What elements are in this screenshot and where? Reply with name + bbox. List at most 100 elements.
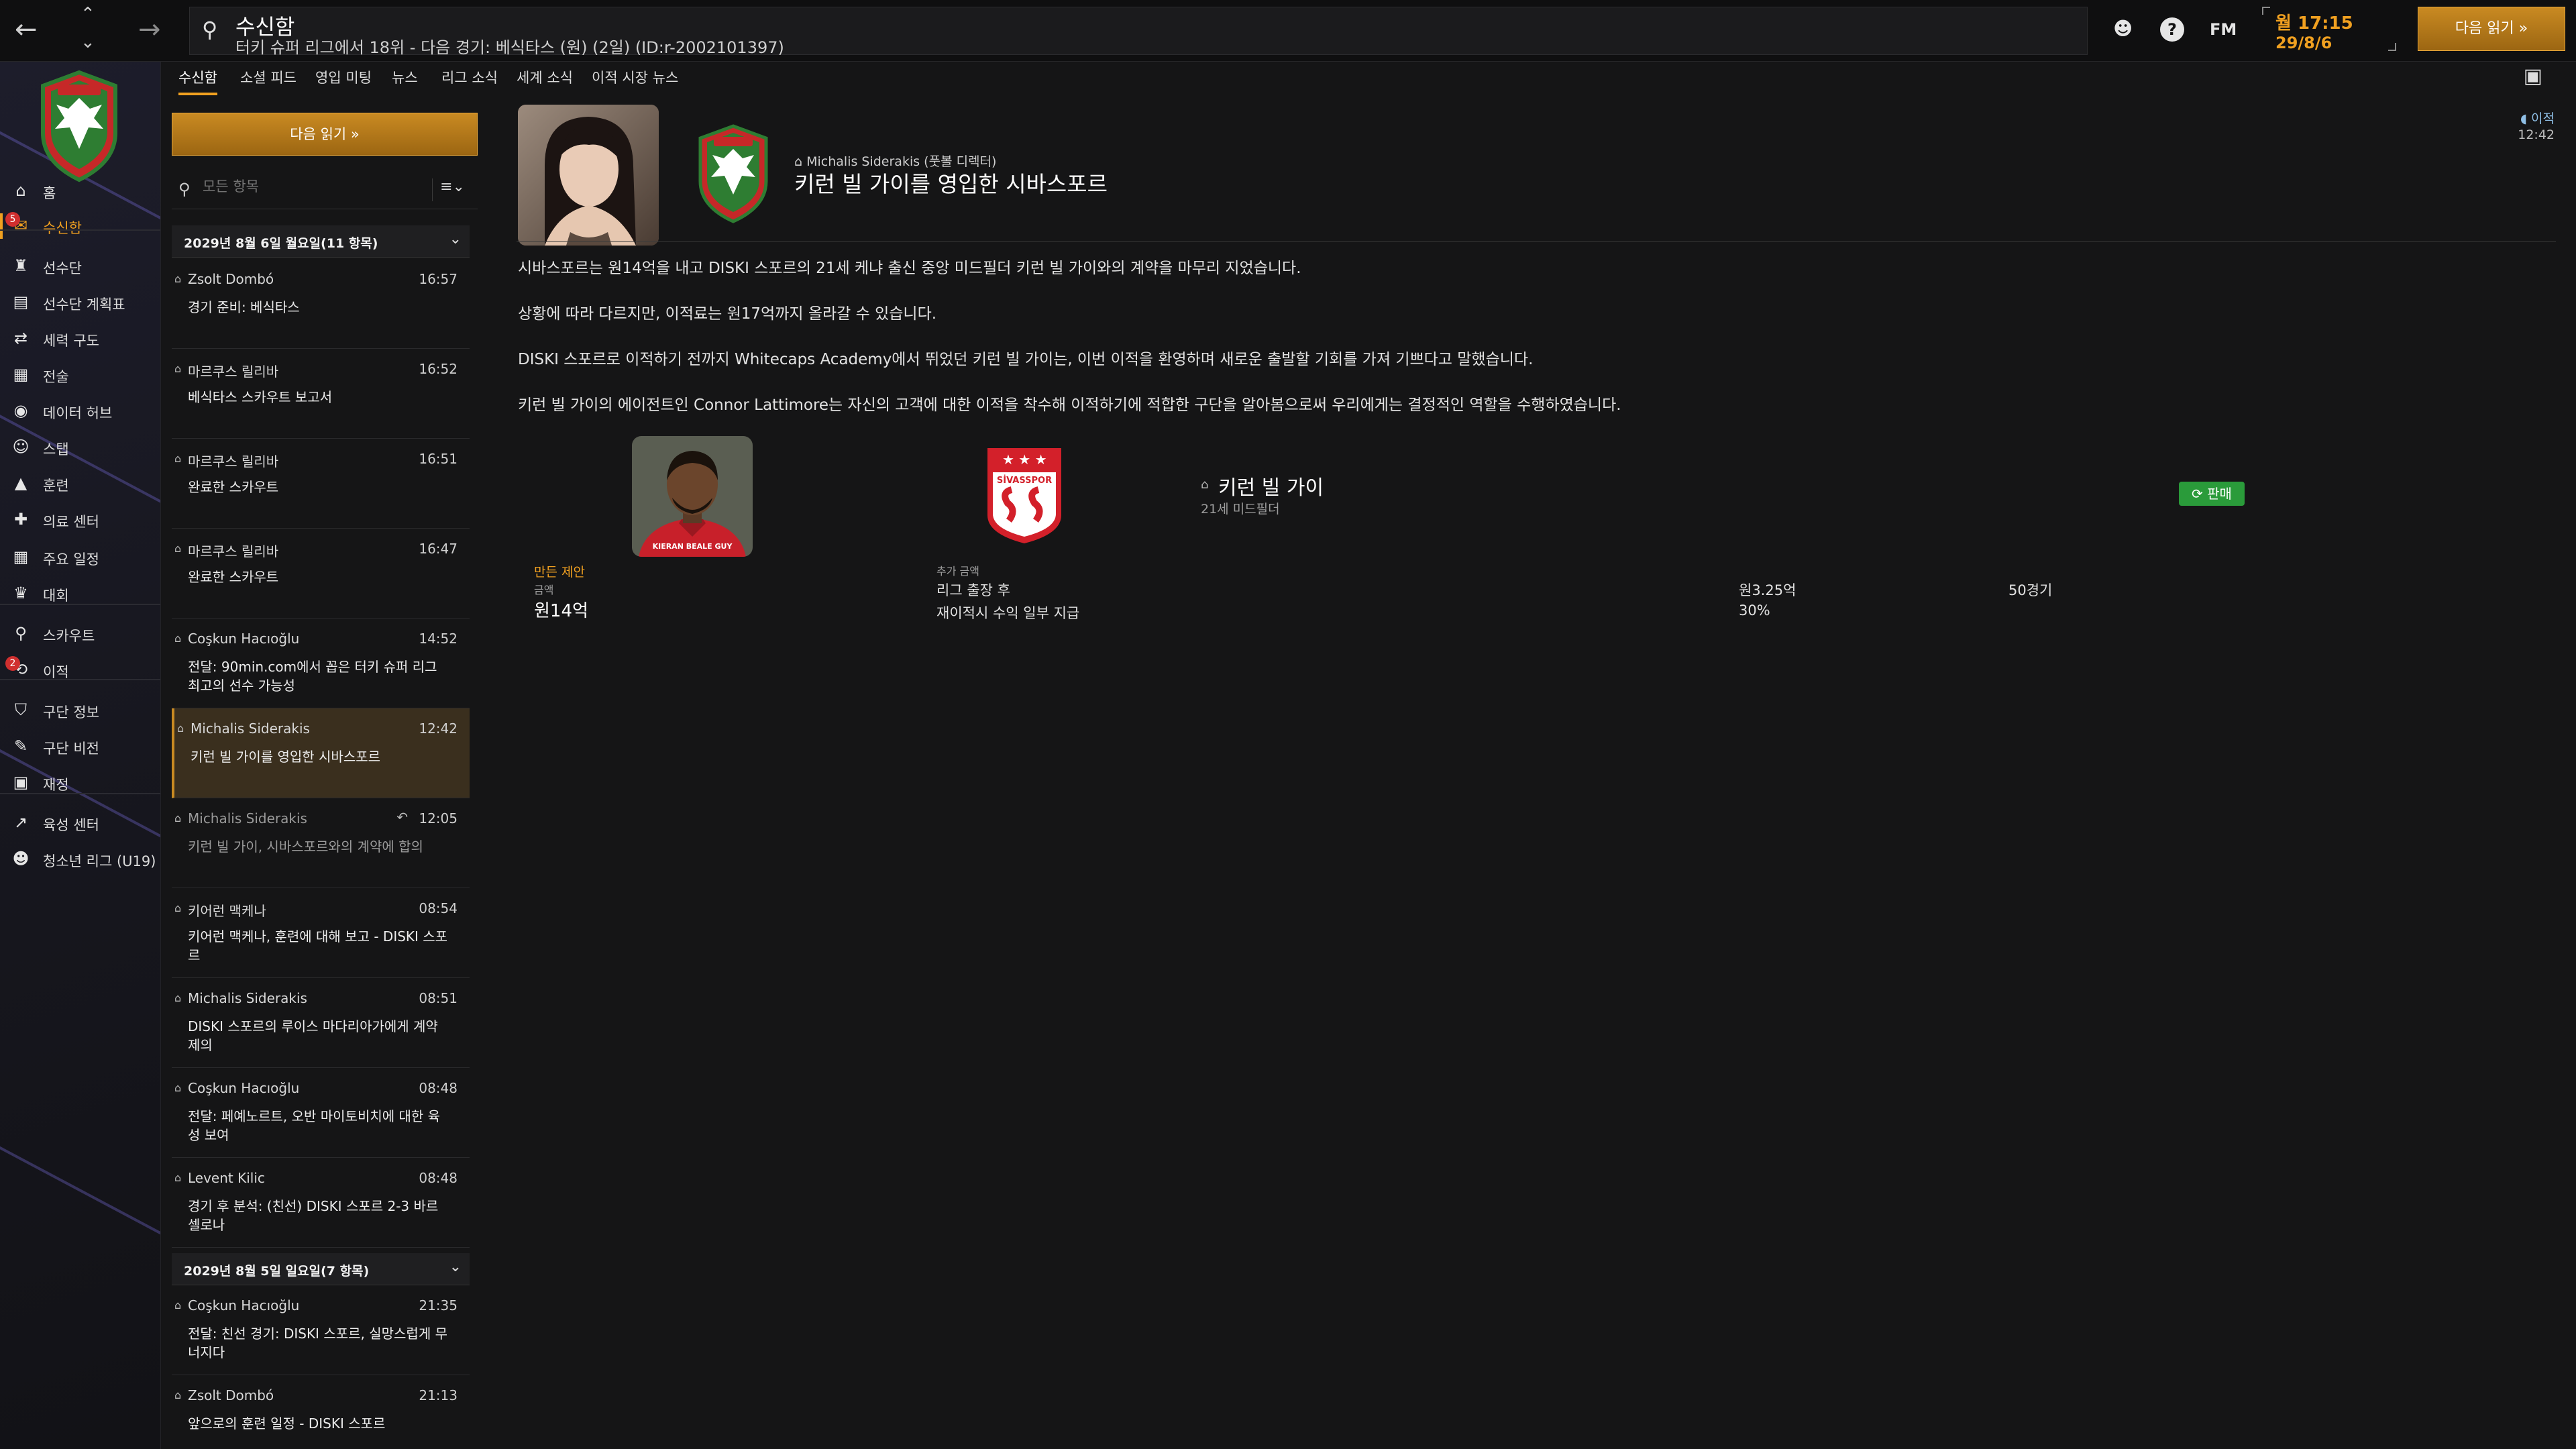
sidebar-divider — [0, 679, 160, 680]
tab-recruitment-meeting[interactable]: 영입 미팅 — [315, 67, 372, 87]
inbox-message-item[interactable]: ⌂ Coşkun Hacıoğlu 21:35 전달: 친선 경기: DISKI 스포… — [172, 1285, 470, 1375]
tag-icon: ◖ — [2520, 111, 2532, 126]
sale-tag-label: 판매 — [2207, 486, 2232, 502]
inbox-message-item[interactable]: ⌂ Coşkun Hacıoğlu 14:52 전달: 90min.com에서 꼽은 … — [172, 619, 470, 708]
author-photo[interactable] — [518, 105, 659, 246]
message-title: 키런 빌 가이를 영입한 시바스포르 — [794, 171, 1108, 197]
inbox-message-item[interactable]: ⌂ Coşkun Hacıoğlu 08:48 전달: 페예노르트, 오반 마이토비치… — [172, 1068, 470, 1158]
sidebar-item-tactics[interactable]: ▦ 전술 — [0, 360, 160, 390]
history-down-icon[interactable]: ⌄ — [80, 34, 95, 51]
world-icon[interactable]: ☻ — [2113, 17, 2133, 40]
sidebar-item-dynamics[interactable]: ⇄ 세력 구도 — [0, 323, 160, 354]
message-time: 16:51 — [419, 451, 458, 467]
inbox-message-item[interactable]: ⌂ Zsolt Dombó 21:13 앞으로의 훈련 일정 - DISKI 스포르 — [172, 1375, 470, 1449]
club-badge-logo[interactable] — [696, 123, 770, 224]
tab-social-feed[interactable]: 소셜 피드 — [240, 67, 297, 87]
inbox-filter-input[interactable] — [203, 178, 424, 195]
tab-transfer-news[interactable]: 이적 시장 뉴스 — [592, 67, 678, 87]
divider — [517, 241, 2556, 242]
tactics-icon: ▦ — [13, 365, 29, 384]
sidebar-item-vision[interactable]: ✎ 구단 비전 — [0, 731, 160, 762]
sidebar-item-youth[interactable]: ☻ 청소년 리그 (U19) — [0, 844, 160, 875]
sidebar-item-development[interactable]: ↗ 육성 센터 — [0, 808, 160, 839]
breadcrumb-search-bar[interactable]: ⚲ 수신함 터키 슈퍼 리그에서 18위 - 다음 경기: 베식타스 (원) (… — [189, 7, 2088, 57]
player-photo[interactable]: KIERAN BEALE GUY — [632, 436, 753, 557]
sidebar-item-clipboard[interactable]: ▤ 선수단 계획표 — [0, 287, 160, 318]
shield-icon: ⛉ — [15, 700, 27, 719]
sidebar-item-data-hub[interactable]: ◉ 데이터 허브 — [0, 396, 160, 427]
game-date[interactable]: 월 17:15 29/8/6 — [2262, 7, 2396, 52]
back-arrow-icon[interactable]: ← — [15, 16, 38, 43]
inbox-message-item[interactable]: ⌂ 마르쿠스 릴리바 16:47 완료한 스카우트 — [172, 529, 470, 619]
tab-news[interactable]: 뉴스 — [392, 67, 418, 87]
dynamics-icon: ⇄ — [13, 329, 28, 347]
message-time: 21:35 — [419, 1297, 458, 1313]
search-icon: ⚲ — [202, 17, 218, 42]
history-up-icon[interactable]: ⌃ — [80, 5, 95, 23]
tab-inbox[interactable]: 수신함 — [178, 67, 217, 95]
message-time: 12:05 — [419, 810, 458, 826]
message-sender: 마르쿠스 릴리바 — [188, 543, 279, 559]
game-time: 월 17:15 — [2275, 13, 2353, 34]
scout-icon: ⚲ — [15, 624, 27, 643]
inbox-message-item[interactable]: ⌂ Michalis Siderakis 12:42 키런 빌 가이를 영입한 시바스… — [172, 708, 470, 798]
trophy-icon: ♛ — [13, 584, 28, 602]
sivasspor-crest-logo[interactable]: ★ ★ ★ SİVASSPOR — [985, 445, 1064, 546]
club-badge-logo[interactable] — [38, 68, 121, 182]
message-tag: 이적 — [2531, 111, 2555, 126]
inbox-message-item[interactable]: ⌂ Michalis Siderakis 08:51 DISKI 스포르의 루이스 마… — [172, 978, 470, 1068]
sidebar-item-shield[interactable]: ⛉ 구단 정보 — [0, 695, 160, 726]
finance-icon: ▣ — [13, 773, 29, 792]
sidebar-item-label: 훈련 — [43, 478, 69, 494]
sidebar-item-calendar[interactable]: ▦ 주요 일정 — [0, 542, 160, 573]
message-time: 16:57 — [419, 271, 458, 287]
day-group-header[interactable]: 2029년 8월 5일 일요일(7 항목) ⌄ — [172, 1253, 470, 1285]
inbox-message-item[interactable]: ⌂ Levent Kilic 08:48 경기 후 분석: (친선) DISKI 스포… — [172, 1158, 470, 1248]
player-name[interactable]: 키런 빌 가이 — [1218, 471, 1324, 500]
sidebar-item-label: 구단 정보 — [43, 704, 99, 720]
continue-button[interactable]: 다음 읽기 » — [2418, 7, 2565, 51]
sort-menu-icon[interactable]: ≡⌄ — [432, 178, 472, 201]
message-subject: 앞으로의 훈련 일정 - DISKI 스포르 — [188, 1415, 386, 1432]
tab-world-news[interactable]: 세계 소식 — [517, 67, 573, 87]
inbox-message-item[interactable]: ⌂ Michalis Siderakis 12:05 키런 빌 가이, 시바스포르와의… — [172, 798, 470, 888]
sidebar: ⌂ 홈 ✉ 수신함 5 ♜ 선수단 ▤ 선수단 계획표 ⇄ 세력 구도 ▦ 전술 ◉ 데이터 허브 ☺ 스탭 ▲ 훈… — [0, 62, 161, 1449]
game-date-value: 29/8/6 — [2275, 34, 2332, 52]
inbox-message-item[interactable]: ⌂ 마르쿠스 릴리바 16:51 완료한 스카우트 — [172, 439, 470, 529]
message-time: 08:48 — [419, 1170, 458, 1186]
message-sender: Coşkun Hacıoğlu — [188, 1297, 300, 1313]
inbox-message-item[interactable]: ⌂ 마르쿠스 릴리바 16:52 베식타스 스카우트 보고서 — [172, 349, 470, 439]
forward-arrow-icon[interactable]: → — [138, 16, 161, 43]
sidebar-item-medical[interactable]: ✚ 의료 센터 — [0, 504, 160, 535]
message-time: 12:42 — [2518, 127, 2555, 142]
person-icon: ⌂ — [174, 812, 182, 824]
sidebar-item-label: 전술 — [43, 369, 69, 385]
message-time: 16:47 — [419, 541, 458, 557]
sidebar-item-staff[interactable]: ☺ 스탭 — [0, 432, 160, 463]
sidebar-item-transfer[interactable]: ⟲ 이적 2 — [0, 655, 160, 686]
fm-logo[interactable]: FM — [2210, 20, 2237, 39]
person-icon: ⌂ — [174, 1081, 182, 1094]
development-icon: ↗ — [13, 813, 28, 832]
sidebar-item-inbox[interactable]: ✉ 수신함 5 — [0, 211, 160, 241]
message-subject: 전달: 친선 경기: DISKI 스포르, 실망스럽게 무너지다 — [188, 1326, 447, 1360]
sidebar-divider — [0, 793, 160, 794]
person-icon: ⌂ — [174, 272, 182, 285]
day-group-header[interactable]: 2029년 8월 6일 월요일(11 항목) ⌄ — [172, 225, 470, 258]
chevron-down-icon: ⌄ — [449, 231, 462, 248]
inbox-message-item[interactable]: ⌂ 키어런 맥케나 08:54 키어런 맥케나, 훈련에 대해 보고 - DISKI … — [172, 888, 470, 978]
inbox-message-item[interactable]: ⌂ Zsolt Dombó 16:57 경기 준비: 베식타스 — [172, 259, 470, 349]
help-icon[interactable]: ? — [2160, 17, 2184, 42]
crest-text: SİVASSPOR — [997, 475, 1052, 486]
tab-league-news[interactable]: 리그 소식 — [441, 67, 498, 87]
read-next-button[interactable]: 다음 읽기 » — [172, 113, 478, 156]
sidebar-item-home[interactable]: ⌂ 홈 — [0, 176, 160, 207]
sidebar-item-shirt[interactable]: ♜ 선수단 — [0, 251, 160, 282]
message-paragraph: 키런 빌 가이의 에이전트인 Connor Lattimore는 자신의 고객에… — [518, 396, 1621, 414]
refresh-icon: ⟳ — [2192, 486, 2208, 502]
layout-toggle-icon[interactable]: ▣ — [2524, 64, 2542, 88]
sidebar-item-scout[interactable]: ⚲ 스카우트 — [0, 619, 160, 649]
sidebar-item-training[interactable]: ▲ 훈련 — [0, 468, 160, 499]
message-time: 08:48 — [419, 1080, 458, 1096]
message-time: 12:42 — [419, 720, 458, 737]
